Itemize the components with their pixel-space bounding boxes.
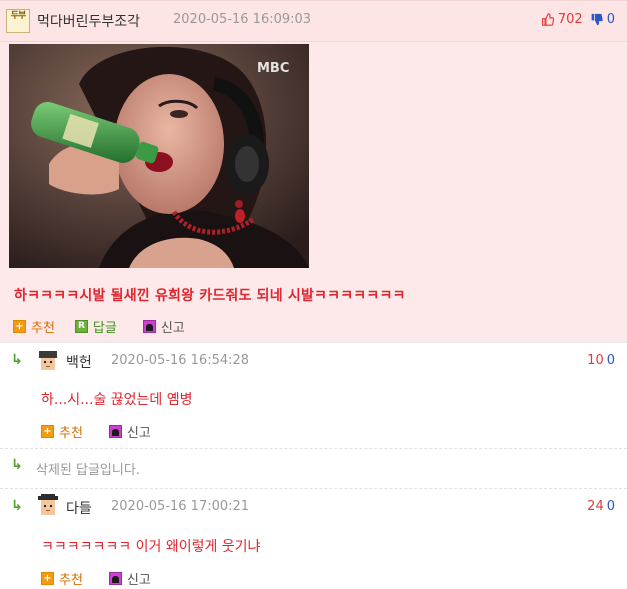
recommend-button[interactable]: + 추천: [41, 569, 83, 588]
reply-nickname[interactable]: 백헌: [66, 352, 92, 372]
author-nickname[interactable]: 먹다버린두부조각: [37, 11, 140, 31]
reply-text: ㅋㅋㅋㅋㅋㅋㅋ 이거 왜이렇게 웃기냐: [41, 539, 261, 555]
recommend-label: 추천: [31, 321, 55, 336]
reply-divider: [0, 448, 627, 449]
reply-downvote-count: 0: [606, 499, 615, 514]
reply-r-icon: R: [74, 320, 88, 333]
siren-icon: [108, 425, 122, 438]
plus-icon: +: [13, 320, 26, 333]
report-label: 신고: [126, 426, 151, 441]
image-watermark: MBC: [257, 61, 289, 76]
woman-drinking-soju-image: MBC: [9, 44, 309, 268]
report-label: 신고: [160, 321, 185, 336]
thumbs-up-icon[interactable]: [541, 13, 554, 26]
thumbs-down-icon[interactable]: [590, 13, 603, 26]
downvote-count: 0: [606, 12, 615, 27]
reply-text: 하...시...술 끊었는데 옘병: [41, 392, 193, 408]
reply-date: 2020-05-16 17:00:21: [111, 499, 250, 514]
deleted-reply-text: 삭제된 답글입니다.: [36, 463, 140, 478]
reply-upvote-count: 10: [587, 353, 604, 368]
avatar-icon: [36, 349, 60, 373]
upvote-count: 702: [557, 12, 583, 27]
reply-label: 답글: [92, 321, 117, 336]
reply-divider: [0, 488, 627, 489]
best-comment: 두부 먹다버린두부조각 2020-05-16 16:09:03 702 0 MB…: [0, 0, 627, 343]
report-button[interactable]: 신고: [108, 569, 151, 588]
plus-icon: +: [41, 425, 54, 438]
comment-image[interactable]: MBC: [9, 44, 309, 268]
reply-arrow-icon: ↳: [11, 498, 23, 514]
report-label: 신고: [126, 573, 151, 588]
reply-upvote-count: 24: [587, 499, 604, 514]
reply-date: 2020-05-16 16:54:28: [111, 353, 250, 368]
comment-actions: + 추천 R 답글 신고: [13, 317, 205, 336]
reply-votes: 24 0: [587, 499, 615, 514]
reply-downvote-count: 0: [606, 353, 615, 368]
deleted-reply-item: ↳ 삭제된 답글입니다.: [0, 452, 627, 486]
reply-actions: + 추천 신고: [41, 422, 171, 441]
recommend-button[interactable]: + 추천: [13, 317, 55, 336]
reply-nickname[interactable]: 다들: [66, 498, 92, 518]
comment-date: 2020-05-16 16:09:03: [173, 12, 312, 27]
report-button[interactable]: 신고: [142, 317, 185, 336]
level-badge-icon: 두부: [6, 9, 30, 33]
recommend-button[interactable]: + 추천: [41, 422, 83, 441]
reply-actions: + 추천 신고: [41, 569, 171, 588]
report-button[interactable]: 신고: [108, 422, 151, 441]
reply-button[interactable]: R 답글: [74, 317, 117, 336]
siren-icon: [142, 320, 156, 333]
avatar-icon: [36, 494, 60, 518]
reply-item: ↳ 다들 2020-05-16 17:00:21 24 0 ㅋㅋㅋㅋㅋㅋㅋ 이거 …: [0, 490, 627, 589]
recommend-label: 추천: [59, 426, 83, 441]
reply-arrow-icon: ↳: [11, 457, 23, 473]
reply-votes: 10 0: [587, 353, 615, 368]
plus-icon: +: [41, 572, 54, 585]
vote-counts: 702 0: [541, 12, 615, 27]
reply-arrow-icon: ↳: [11, 352, 23, 368]
comment-text: 하ㅋㅋㅋㅋ시발 될새낀 유희왕 카드줘도 되네 시발ㅋㅋㅋㅋㅋㅋㅋ: [14, 288, 406, 304]
best-comment-header: 두부 먹다버린두부조각 2020-05-16 16:09:03 702 0: [0, 1, 627, 42]
siren-icon: [108, 572, 122, 585]
recommend-label: 추천: [59, 573, 83, 588]
reply-item: ↳ 백헌 2020-05-16 16:54:28 10 0 하...시...술 끊…: [0, 344, 627, 446]
